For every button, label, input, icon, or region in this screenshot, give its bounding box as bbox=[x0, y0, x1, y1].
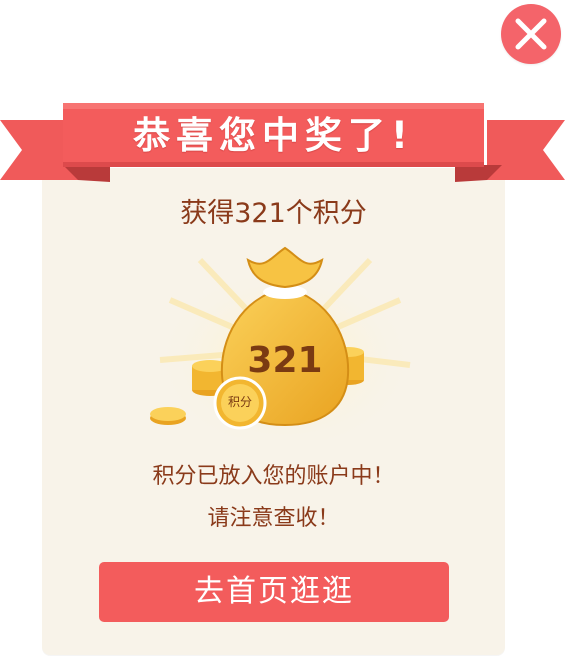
close-icon bbox=[515, 18, 547, 50]
close-button[interactable] bbox=[501, 4, 561, 64]
message-line-1: 积分已放入您的账户中！ bbox=[152, 464, 395, 489]
message-line-2: 请注意查收！ bbox=[207, 506, 340, 531]
dialog-title: 恭喜您中奖了! bbox=[133, 114, 414, 157]
bag-amount: 321 bbox=[247, 340, 323, 381]
go-home-button[interactable]: 去首页逛逛 bbox=[99, 562, 449, 622]
points-heading: 获得321个积分 bbox=[180, 198, 367, 229]
coin-label: 积分 bbox=[227, 395, 252, 409]
